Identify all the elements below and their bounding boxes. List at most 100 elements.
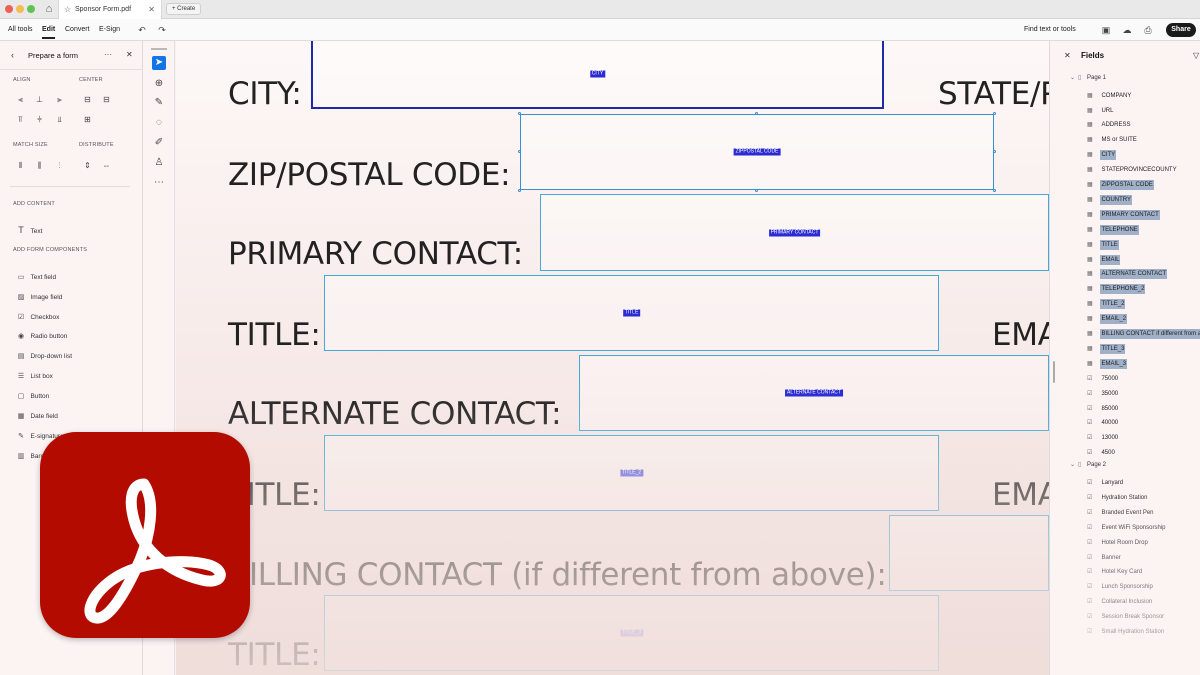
document-canvas[interactable]: CITY: CITY STATE/P ZIP/POSTAL CODE: ZIPP… xyxy=(176,41,1049,675)
resize-handle[interactable] xyxy=(755,112,758,115)
primary-contact-field[interactable]: PRIMARY CONTACT xyxy=(540,194,1049,271)
field-list-item[interactable]: ▦ COUNTRY xyxy=(1087,191,1133,205)
field-list-item[interactable]: ☑ 13000 xyxy=(1087,430,1119,442)
match-height-icon[interactable]: ⫼ xyxy=(34,160,45,171)
field-list-item[interactable]: ☑ 4500 xyxy=(1087,445,1116,457)
field-list-item[interactable]: ▦ ADDRESS xyxy=(1087,117,1131,129)
field-list-item[interactable]: ▦ PRIMARY CONTACT xyxy=(1087,206,1160,220)
field-list-item[interactable]: ▦ TELEPHONE_2 xyxy=(1087,281,1146,295)
field-list-item[interactable]: ☑ Session Break Sponsor xyxy=(1087,608,1165,620)
star-icon[interactable]: ☆ xyxy=(64,0,71,19)
resize-handle[interactable] xyxy=(993,189,996,192)
align-top-icon[interactable]: ⫪ xyxy=(15,114,26,125)
back-arrow-icon[interactable]: ‹ xyxy=(11,50,14,60)
field-list-item[interactable]: ▦ BILLING CONTACT if different from a xyxy=(1087,325,1200,340)
field-list-item[interactable]: ☑ Banner xyxy=(1087,549,1122,561)
field-list-item[interactable]: ▦ TITLE_2 xyxy=(1087,296,1126,310)
align-middle-icon[interactable]: ⫩ xyxy=(34,114,45,125)
title-field[interactable]: TITLE xyxy=(324,275,939,351)
dropdown-list-tool[interactable]: ▤ Drop-down list xyxy=(16,345,72,363)
center-both-icon[interactable]: ⊞ xyxy=(82,114,93,125)
zoom-icon[interactable]: ⊕ xyxy=(152,77,166,91)
fill-sign-icon[interactable]: ✐ xyxy=(152,136,166,150)
city-field[interactable]: CITY xyxy=(311,41,884,109)
minimize-window-button[interactable] xyxy=(16,5,24,13)
field-list-item[interactable]: ▦ TITLE xyxy=(1087,236,1119,250)
close-fields-panel-icon[interactable]: ✕ xyxy=(1064,51,1071,60)
more-options-icon[interactable]: ··· xyxy=(104,50,112,59)
stamp-icon[interactable]: ♙ xyxy=(152,156,166,170)
add-text-tool[interactable]: T Text xyxy=(16,220,42,238)
text-field-tool[interactable]: ▭ Text field xyxy=(16,266,56,284)
field-list-item[interactable]: ▦ URL xyxy=(1087,102,1114,114)
page-1-group[interactable]: ⌄ ▯ Page 1 xyxy=(1070,72,1106,84)
menu-edit[interactable]: Edit xyxy=(42,19,56,41)
resize-handle[interactable] xyxy=(518,189,521,192)
lasso-icon[interactable]: ◌ xyxy=(152,116,166,130)
field-list-item[interactable]: ☑ 85000 xyxy=(1087,400,1119,412)
pen-icon[interactable]: ✎ xyxy=(152,96,166,110)
panel-scrollbar[interactable] xyxy=(1053,361,1055,383)
document-tab[interactable]: ☆ Sponsor Form.pdf ✕ xyxy=(58,0,162,19)
image-field-tool[interactable]: ▨ Image field xyxy=(16,286,63,304)
field-list-item[interactable]: ☑ Lunch Sponsorship xyxy=(1087,579,1154,591)
field-list-item[interactable]: ▦ EMAIL_2 xyxy=(1087,310,1128,325)
field-list-item[interactable]: ☑ 75000 xyxy=(1087,370,1119,382)
field-list-item[interactable]: ☑ 35000 xyxy=(1087,385,1119,397)
resize-handle[interactable] xyxy=(518,112,521,115)
undo-icon[interactable]: ↶ xyxy=(136,24,148,36)
create-button[interactable]: + Create xyxy=(166,3,202,15)
align-left-icon[interactable]: ⫷ xyxy=(15,94,26,105)
resize-handle[interactable] xyxy=(518,150,521,153)
field-list-item[interactable]: ☑ Hotel Room Drop xyxy=(1087,534,1149,546)
resize-handle[interactable] xyxy=(993,150,996,153)
distribute-horizontally-icon[interactable]: ⇔ xyxy=(101,160,112,171)
distribute-vertically-icon[interactable]: ⇕ xyxy=(82,160,93,171)
list-box-tool[interactable]: ☰ List box xyxy=(16,365,53,383)
cloud-upload-icon[interactable]: ☁ xyxy=(1121,24,1133,36)
rail-drag-handle[interactable] xyxy=(151,48,167,50)
match-both-icon[interactable]: ⫶ xyxy=(54,160,65,171)
match-width-icon[interactable]: ⫴ xyxy=(15,160,26,171)
more-tools-icon[interactable]: ⋯ xyxy=(152,176,166,190)
field-list-item[interactable]: ▦ STATEPROVINCECOUNTY xyxy=(1087,161,1178,173)
close-window-button[interactable] xyxy=(5,5,13,13)
field-list-item[interactable]: ▦ EMAIL xyxy=(1087,251,1121,265)
close-panel-icon[interactable]: ✕ xyxy=(126,50,133,59)
checkbox-tool[interactable]: ☑ Checkbox xyxy=(16,306,60,324)
field-list-item[interactable]: ☑ Small Hydration Station xyxy=(1087,623,1165,635)
center-vertically-icon[interactable]: ⊟ xyxy=(101,94,112,105)
resize-handle[interactable] xyxy=(755,189,758,192)
find-text-or-tools[interactable]: Find text or tools xyxy=(1024,19,1076,41)
field-list-item[interactable]: ☑ Lanyard xyxy=(1087,474,1124,486)
select-pointer-icon[interactable]: ➤ xyxy=(152,56,166,70)
field-list-item[interactable]: ☑ 40000 xyxy=(1087,415,1119,427)
menu-convert[interactable]: Convert xyxy=(65,19,90,41)
billing-contact-field[interactable] xyxy=(889,515,1049,591)
home-icon[interactable]: ⌂ xyxy=(42,2,56,16)
menu-esign[interactable]: E-Sign xyxy=(99,19,120,41)
print-icon[interactable]: ⎙ xyxy=(1142,24,1154,36)
align-center-horizontal-icon[interactable]: ⊥ xyxy=(34,94,45,105)
field-list-item[interactable]: ☑ Hotel Key Card xyxy=(1087,564,1143,576)
align-bottom-icon[interactable]: ⫫ xyxy=(54,114,65,125)
field-list-item[interactable]: ▦ MS or SUITE xyxy=(1087,132,1138,144)
chevron-down-icon[interactable]: ⌄ xyxy=(1070,72,1078,84)
page-2-group[interactable]: ⌄ ▯ Page 2 xyxy=(1070,459,1106,471)
title-2-field[interactable]: TITLE_2 xyxy=(324,435,939,511)
title-3-field[interactable]: TITLE_3 xyxy=(324,595,939,671)
alternate-contact-field[interactable]: ALTERNATE CONTACT xyxy=(579,355,1049,431)
field-list-item[interactable]: ☑ Branded Event Pen xyxy=(1087,504,1155,516)
radio-button-tool[interactable]: ◉ Radio button xyxy=(16,325,67,343)
field-list-item[interactable]: ▦ ZIPPOSTAL CODE xyxy=(1087,176,1154,191)
field-list-item[interactable]: ▦ TITLE_3 xyxy=(1087,340,1126,354)
button-tool[interactable]: ▢ Button xyxy=(16,385,50,403)
center-horizontally-icon[interactable]: ⊟ xyxy=(82,94,93,105)
chevron-down-icon[interactable]: ⌄ xyxy=(1070,459,1078,471)
date-field-tool[interactable]: ▦ Date field xyxy=(16,405,58,423)
field-list-item[interactable]: ☑ Hydration Station xyxy=(1087,489,1148,501)
field-list-item[interactable]: ☑ Collateral Inclusion xyxy=(1087,594,1153,606)
field-list-item[interactable]: ▦ TELEPHONE xyxy=(1087,221,1139,235)
zip-field[interactable]: ZIPPOSTAL CODE xyxy=(518,112,996,192)
field-list-item[interactable]: ▦ COMPANY xyxy=(1087,87,1132,99)
